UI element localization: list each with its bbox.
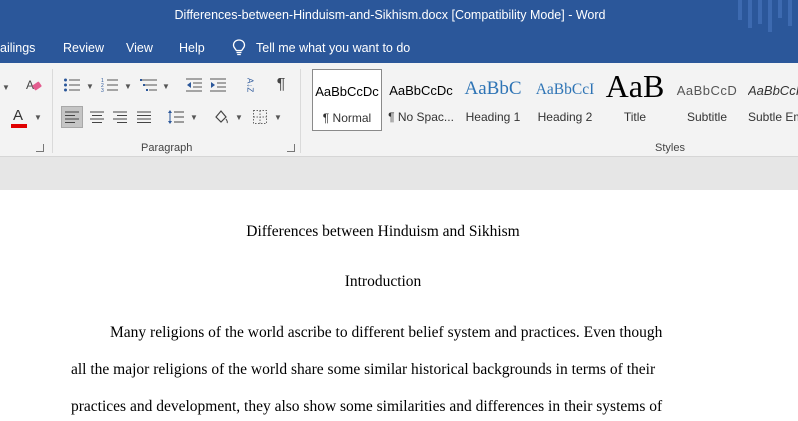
style-name: ¶ No Spac... bbox=[388, 110, 454, 124]
style-subtle-emphasis[interactable]: AaBbCcI Subtle Em bbox=[744, 69, 798, 131]
svg-text:A: A bbox=[26, 78, 34, 92]
style-name: Title bbox=[623, 110, 647, 124]
section-heading: Introduction bbox=[344, 273, 422, 290]
titlebar-pattern bbox=[788, 0, 792, 26]
decrease-indent-icon[interactable] bbox=[184, 75, 204, 95]
style-sample: AaB bbox=[605, 69, 665, 104]
style-sample: AaBbCcDc bbox=[315, 84, 379, 99]
group-separator bbox=[52, 69, 53, 153]
style-subtitle[interactable]: AaBbCcD Subtitle bbox=[672, 69, 742, 131]
tell-me-text: Tell me what you want to do bbox=[256, 40, 411, 55]
pilcrow-glyph: ¶ bbox=[276, 76, 286, 93]
paragraph-line: Many religions of the world ascribe to d… bbox=[110, 324, 663, 341]
tab-mailings[interactable]: ailings bbox=[0, 41, 35, 55]
style-sample: AaBbC bbox=[464, 78, 522, 99]
titlebar-pattern bbox=[748, 0, 752, 28]
font-dialog-launcher-icon[interactable] bbox=[36, 144, 44, 152]
chevron-down-icon[interactable]: ▼ bbox=[235, 113, 243, 122]
align-right-icon[interactable] bbox=[109, 106, 131, 128]
style-name: Heading 2 bbox=[537, 110, 593, 124]
show-formatting-marks-icon[interactable]: ¶ bbox=[271, 75, 291, 95]
numbering-icon[interactable]: 123 bbox=[100, 75, 120, 95]
style-title[interactable]: AaB Title bbox=[602, 69, 668, 131]
sort-glyph: A↓Z bbox=[245, 77, 255, 93]
shading-icon[interactable] bbox=[210, 106, 232, 128]
bullets-icon[interactable] bbox=[62, 75, 82, 95]
titlebar-pattern bbox=[758, 0, 762, 24]
multilevel-list-icon[interactable] bbox=[139, 75, 159, 95]
style-sample: AaBbCcI bbox=[748, 83, 798, 98]
align-left-icon[interactable] bbox=[61, 106, 83, 128]
chevron-down-icon[interactable]: ▼ bbox=[190, 113, 198, 122]
document-title: Differences between Hinduism and Sikhism bbox=[246, 223, 520, 240]
paragraph-dialog-launcher-icon[interactable] bbox=[287, 144, 295, 152]
justify-icon[interactable] bbox=[133, 106, 155, 128]
paragraph-line: practices and development, they also sho… bbox=[71, 398, 663, 415]
chevron-down-icon[interactable]: ▼ bbox=[86, 82, 94, 91]
chevron-down-icon[interactable]: ▼ bbox=[2, 83, 10, 92]
borders-icon[interactable] bbox=[249, 106, 271, 128]
ribbon: ▼ A A ▼ ▼ 123 ▼ ▼ A↓Z ¶ ▼ ▼ ▼ Paragraph … bbox=[0, 63, 798, 157]
ribbon-tabs: ailings Review View Help Tell me what yo… bbox=[0, 33, 798, 63]
chevron-down-icon[interactable]: ▼ bbox=[274, 113, 282, 122]
chevron-down-icon[interactable]: ▼ bbox=[162, 82, 170, 91]
titlebar-pattern bbox=[738, 0, 742, 20]
style-sample: AaBbCcI bbox=[535, 81, 595, 98]
style-name: ¶ Normal bbox=[322, 111, 372, 125]
clear-formatting-icon[interactable]: A bbox=[24, 75, 44, 95]
font-color-bar bbox=[11, 124, 27, 128]
style-sample: AaBbCcD bbox=[676, 83, 738, 98]
style-normal[interactable]: AaBbCcDc ¶ Normal bbox=[312, 69, 382, 131]
font-color-letter: A bbox=[13, 107, 24, 124]
tab-help[interactable]: Help bbox=[179, 41, 205, 55]
group-separator bbox=[300, 69, 301, 153]
title-bar: Differences-between-Hinduism-and-Sikhism… bbox=[0, 0, 798, 33]
document-page[interactable]: Differences between Hinduism and Sikhism… bbox=[0, 190, 798, 421]
tab-view[interactable]: View bbox=[126, 41, 153, 55]
styles-group-label: Styles bbox=[655, 142, 685, 154]
style-heading-2[interactable]: AaBbCcI Heading 2 bbox=[530, 69, 600, 131]
chevron-down-icon[interactable]: ▼ bbox=[124, 82, 132, 91]
lightbulb-icon bbox=[232, 39, 246, 56]
window-title: Differences-between-Hinduism-and-Sikhism… bbox=[174, 8, 606, 22]
tab-review[interactable]: Review bbox=[63, 41, 104, 55]
paragraph-group-label: Paragraph bbox=[141, 142, 193, 154]
align-center-icon[interactable] bbox=[86, 106, 108, 128]
document-background bbox=[0, 157, 798, 190]
style-name: Subtle Em bbox=[748, 110, 798, 124]
tell-me-search[interactable]: Tell me what you want to do bbox=[232, 39, 410, 56]
style-sample: AaBbCcDc bbox=[389, 83, 453, 98]
style-name: Subtitle bbox=[686, 110, 728, 124]
line-spacing-icon[interactable] bbox=[165, 106, 187, 128]
style-name: Heading 1 bbox=[465, 110, 521, 124]
increase-indent-icon[interactable] bbox=[208, 75, 228, 95]
titlebar-pattern bbox=[768, 0, 772, 32]
paragraph-line: all the major religions of the world sha… bbox=[71, 361, 656, 378]
chevron-down-icon[interactable]: ▼ bbox=[34, 113, 42, 122]
style-heading-1[interactable]: AaBbC Heading 1 bbox=[458, 69, 528, 131]
sort-icon[interactable]: A↓Z bbox=[240, 75, 260, 95]
font-color-button[interactable]: A bbox=[8, 107, 30, 129]
titlebar-pattern bbox=[778, 0, 782, 18]
styles-gallery: AaBbCcDc ¶ Normal AaBbCcDc ¶ No Spac... … bbox=[310, 69, 798, 131]
svg-text:3: 3 bbox=[101, 88, 104, 93]
style-no-spacing[interactable]: AaBbCcDc ¶ No Spac... bbox=[386, 69, 456, 131]
